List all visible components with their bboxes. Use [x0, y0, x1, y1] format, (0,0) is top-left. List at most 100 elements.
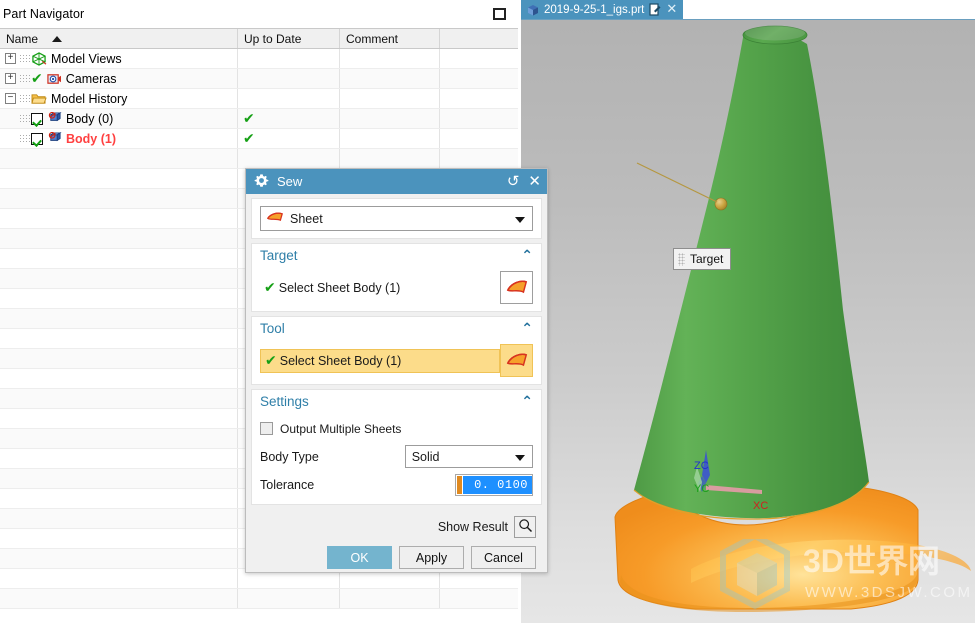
sew-dialog-titlebar[interactable]: Sew ↺ ✕ — [246, 169, 547, 194]
tree-cell-name — [0, 249, 238, 268]
column-header-up-to-date[interactable]: Up to Date — [238, 29, 340, 48]
tree-cell-spare — [440, 69, 518, 88]
drag-grip-icon[interactable] — [678, 252, 685, 266]
cancel-button[interactable]: Cancel — [471, 546, 536, 569]
tree-cell-name — [0, 509, 238, 528]
chevron-down-icon[interactable] — [515, 217, 525, 223]
tree-cell-name — [0, 589, 238, 608]
type-panel: Sheet — [251, 198, 542, 239]
output-multiple-sheets-row[interactable]: Output Multiple Sheets — [260, 416, 533, 441]
up-to-date-check-icon: ✔ — [243, 130, 255, 147]
tree-cell-spare — [440, 89, 518, 108]
show-result-button[interactable] — [514, 516, 536, 538]
tree-expander[interactable]: + — [5, 53, 16, 64]
output-multiple-sheets-checkbox[interactable] — [260, 422, 273, 435]
settings-panel: Settings ⌃ Output Multiple Sheets Body T… — [251, 389, 542, 505]
chevron-down-icon[interactable] — [515, 455, 525, 461]
3d-viewport[interactable]: ZC YC XC Target 3D世界网 WWW.3DSJW.COM — [521, 19, 975, 623]
target-callout[interactable]: Target — [673, 248, 732, 270]
tool-section-header[interactable]: Tool ⌃ — [260, 321, 533, 340]
axis-label-x: XC — [753, 500, 769, 512]
tree-row[interactable]: + ✔ Cameras — [0, 69, 518, 89]
edit-document-icon[interactable] — [649, 3, 661, 16]
gear-icon — [254, 173, 269, 191]
tool-select-sheet-body[interactable]: ✔ Select Sheet Body (1) — [260, 348, 500, 373]
target-select-row[interactable]: ✔ Select Sheet Body (1) — [260, 271, 533, 304]
body-icon — [46, 131, 62, 146]
apply-button[interactable]: Apply — [399, 546, 464, 569]
folder-icon — [31, 92, 47, 106]
target-panel: Target ⌃ ✔ Select Sheet Body (1) — [251, 243, 542, 312]
suppress-checkbox[interactable] — [31, 132, 43, 145]
target-select-sheet-body[interactable]: ✔ Select Sheet Body (1) — [260, 277, 500, 299]
tree-item-label: Body (0) — [66, 111, 114, 126]
reset-icon[interactable]: ↺ — [507, 174, 520, 189]
graphics-area: 2019-9-25-1_igs.prt ✕ ZC YC XC Target 3D… — [518, 0, 975, 623]
target-sheet-body-button[interactable] — [500, 271, 533, 304]
suppress-checkbox[interactable] — [31, 112, 43, 125]
sew-dialog[interactable]: Sew ↺ ✕ Sheet Target ⌃ ✔ Select Sheet Bo… — [245, 168, 548, 573]
tree-row[interactable]: Body (0) ✔ — [0, 109, 518, 129]
target-point-marker — [714, 197, 728, 211]
tree-connector — [19, 53, 31, 64]
tool-select-row[interactable]: ✔ Select Sheet Body (1) — [260, 344, 533, 377]
tree-cell-up-to-date — [238, 49, 340, 68]
tree-cell-spare — [440, 149, 518, 168]
tolerance-value[interactable]: 0. 0100 — [463, 475, 532, 494]
restore-window-icon[interactable] — [493, 8, 506, 20]
sew-dialog-body: Sheet Target ⌃ ✔ Select Sheet Body (1) T… — [246, 194, 547, 578]
tree-cell-name — [0, 269, 238, 288]
tree-connector — [19, 93, 31, 104]
tree-cell-name — [0, 549, 238, 568]
dialog-button-row: OK Apply Cancel — [251, 542, 542, 578]
show-result-row: Show Result — [251, 509, 542, 542]
type-dropdown[interactable]: Sheet — [260, 206, 533, 231]
tree-row[interactable]: Body (1) ✔ — [0, 129, 518, 149]
column-header-spare[interactable] — [440, 29, 518, 48]
column-header-comment[interactable]: Comment — [340, 29, 440, 48]
tree-cell-up-to-date: ✔ — [238, 109, 340, 128]
column-header-comment-label: Comment — [346, 31, 399, 46]
target-section-title: Target — [260, 248, 298, 263]
tree-empty-row[interactable] — [0, 149, 518, 169]
part-navigator-title: Part Navigator — [3, 7, 85, 21]
chevron-up-icon[interactable]: ⌃ — [521, 322, 533, 336]
tree-connector — [19, 113, 31, 124]
ok-button[interactable]: OK — [327, 546, 392, 569]
body-type-dropdown[interactable]: Solid — [404, 445, 533, 468]
close-icon[interactable]: ✕ — [528, 174, 541, 189]
chevron-up-icon[interactable]: ⌃ — [521, 249, 533, 263]
tool-sheet-body-button[interactable] — [500, 344, 533, 377]
tree-cell-name — [0, 489, 238, 508]
tree-cell-name — [0, 369, 238, 388]
tree-cell-spare — [440, 109, 518, 128]
tolerance-input[interactable]: 0. 0100 — [455, 473, 533, 496]
tree-row[interactable]: + Model Views — [0, 49, 518, 69]
tree-cell-spare — [440, 589, 518, 608]
chevron-up-icon[interactable]: ⌃ — [521, 395, 533, 409]
tree-row[interactable]: − Model History — [0, 89, 518, 109]
column-header-name-label: Name — [6, 31, 39, 46]
tree-cell-spare — [440, 129, 518, 148]
tree-cell-up-to-date — [238, 89, 340, 108]
column-header-name[interactable]: Name — [0, 29, 238, 48]
sheet-body-icon — [505, 277, 529, 299]
sheet-body-icon — [505, 350, 529, 372]
tree-cell-name — [0, 189, 238, 208]
close-icon[interactable]: ✕ — [666, 3, 677, 16]
model-views-icon — [31, 51, 47, 66]
settings-section-header[interactable]: Settings ⌃ — [260, 394, 533, 413]
target-section-header[interactable]: Target ⌃ — [260, 248, 533, 267]
status-check-icon: ✔ — [31, 70, 43, 87]
cameras-icon — [46, 72, 62, 86]
column-header-up-to-date-label: Up to Date — [244, 31, 302, 46]
tree-expander[interactable]: + — [5, 73, 16, 84]
tree-cell-up-to-date: ✔ — [238, 129, 340, 148]
document-tab-active[interactable]: 2019-9-25-1_igs.prt ✕ — [521, 0, 684, 19]
tree-empty-row[interactable] — [0, 589, 518, 609]
tree-cell-name — [0, 329, 238, 348]
tree-cell-spare — [440, 49, 518, 68]
tree-cell-name: Body (0) — [0, 109, 238, 128]
tree-expander[interactable]: − — [5, 93, 16, 104]
output-multiple-sheets-label: Output Multiple Sheets — [280, 421, 402, 436]
